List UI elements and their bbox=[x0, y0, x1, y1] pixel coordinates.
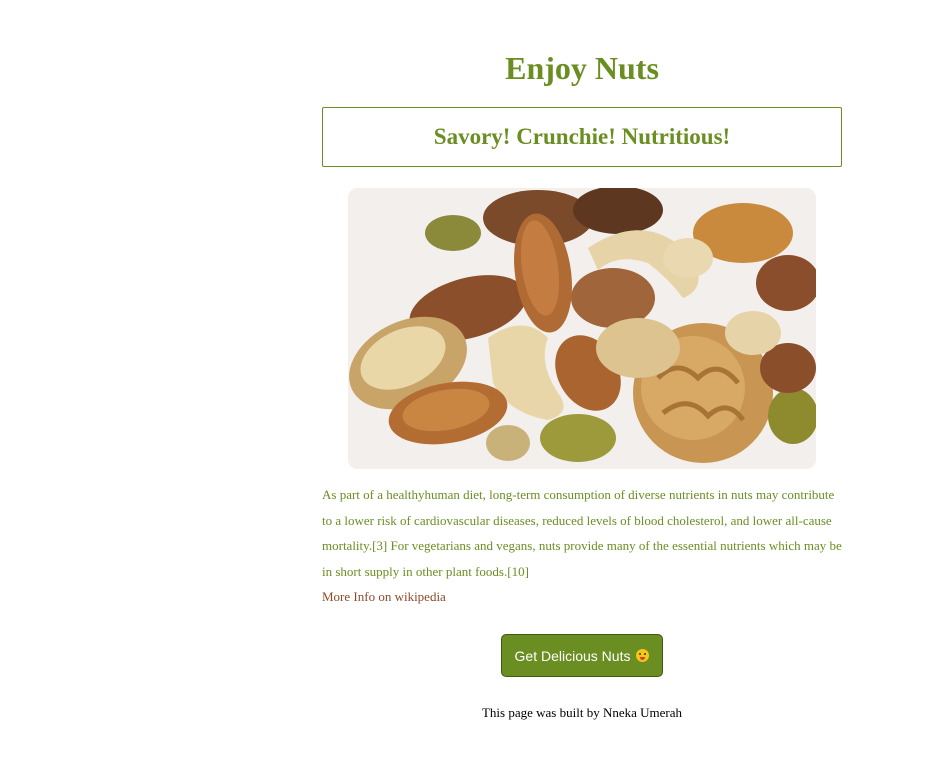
mixed-nuts-image bbox=[348, 188, 816, 469]
yum-face-emoji-icon bbox=[636, 649, 650, 662]
footer-credit: This page was built by Nneka Umerah bbox=[481, 705, 682, 720]
get-delicious-nuts-button[interactable]: Get Delicious Nuts bbox=[501, 634, 663, 677]
page-title: Enjoy Nuts bbox=[505, 50, 659, 86]
tagline-box: Savory! Crunchie! Nutritious! bbox=[322, 107, 842, 167]
cta-label: Get Delicious Nuts bbox=[514, 647, 631, 664]
description-paragraph: As part of a healthyhuman diet, long-ter… bbox=[322, 487, 842, 579]
more-info-link[interactable]: More Info on wikipedia bbox=[322, 587, 446, 607]
tagline: Savory! Crunchie! Nutritious! bbox=[433, 124, 731, 149]
